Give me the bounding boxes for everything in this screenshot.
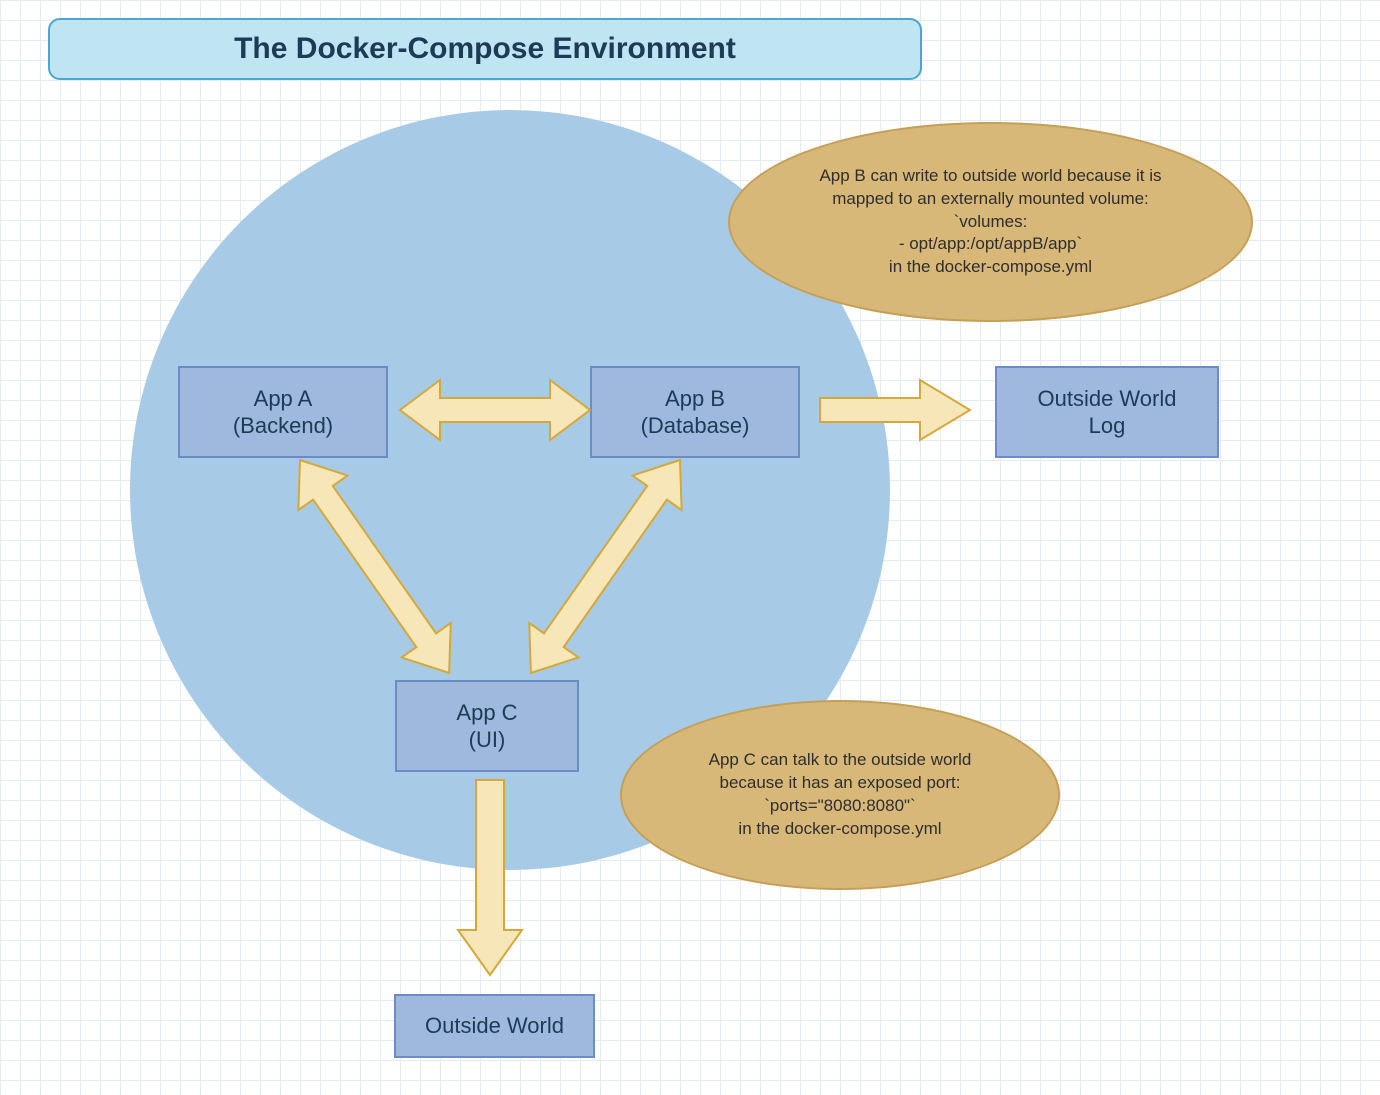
node-app-c: App C (UI) <box>395 680 579 772</box>
node-app-b: App B (Database) <box>590 366 800 458</box>
node-outside-world-log: Outside World Log <box>995 366 1219 458</box>
node-app-a: App A (Backend) <box>178 366 388 458</box>
node-outside-world: Outside World <box>394 994 595 1058</box>
note-app-b-volume: App B can write to outside world because… <box>728 122 1253 322</box>
diagram-title: The Docker-Compose Environment <box>48 18 922 80</box>
note-app-c-port: App C can talk to the outside world beca… <box>620 700 1060 890</box>
